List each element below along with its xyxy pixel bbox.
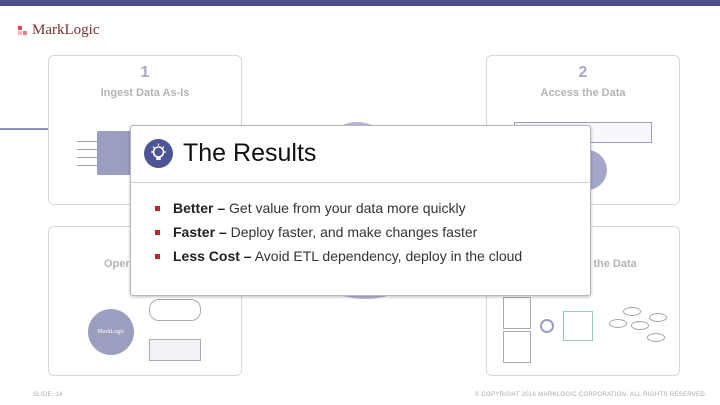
result-item-label: Better – (173, 200, 226, 216)
bullet-marker (155, 205, 160, 211)
lightbulb-icon (144, 139, 173, 168)
results-header: The Results (131, 126, 590, 183)
slide-number: SLIDE: 14 (33, 392, 64, 398)
bullet-marker (155, 253, 160, 259)
document-icon (503, 331, 531, 363)
connector-line (0, 128, 48, 130)
marklogic-circle: MarkLogic (88, 309, 134, 355)
step-title-partial: Oper (104, 258, 130, 270)
marklogic-logo: MarkLogic (18, 22, 99, 39)
step-title: Ingest Data As-Is (100, 87, 190, 99)
document-icon (503, 297, 531, 329)
logo-text: MarkLogic (32, 22, 100, 38)
result-item-text: Avoid ETL dependency, deploy in the clou… (251, 248, 523, 264)
graph-icon (609, 307, 667, 343)
top-accent-bar (0, 0, 720, 6)
circle-logo-text: MarkLogic (97, 329, 125, 335)
cloud-icon (149, 299, 201, 321)
result-item-text: Get value from your data more quickly (225, 200, 466, 216)
result-item-label: Less Cost – (173, 248, 252, 264)
step-number: 2 (578, 64, 588, 81)
results-title: The Results (183, 139, 317, 167)
logo-icon (18, 25, 28, 36)
result-item-text: Deploy faster, and make changes faster (226, 224, 478, 240)
enriched-document-icon (563, 311, 593, 341)
result-item-less-cost: Less Cost – Avoid ETL dependency, deploy… (155, 248, 522, 264)
result-item-faster: Faster – Deploy faster, and make changes… (155, 224, 477, 240)
result-item-better: Better – Get value from your data more q… (155, 200, 466, 216)
step-title: Access the Data (540, 87, 626, 99)
gear-icon (540, 319, 554, 333)
server-icon (149, 339, 201, 361)
result-item-label: Faster – (173, 224, 227, 240)
copyright-notice: © COPYRIGHT 2016 MARKLOGIC CORPORATION. … (474, 392, 707, 398)
step-number: 1 (140, 64, 150, 81)
bullet-marker (155, 229, 160, 235)
results-panel: The Results Better – Get value from your… (130, 125, 591, 296)
